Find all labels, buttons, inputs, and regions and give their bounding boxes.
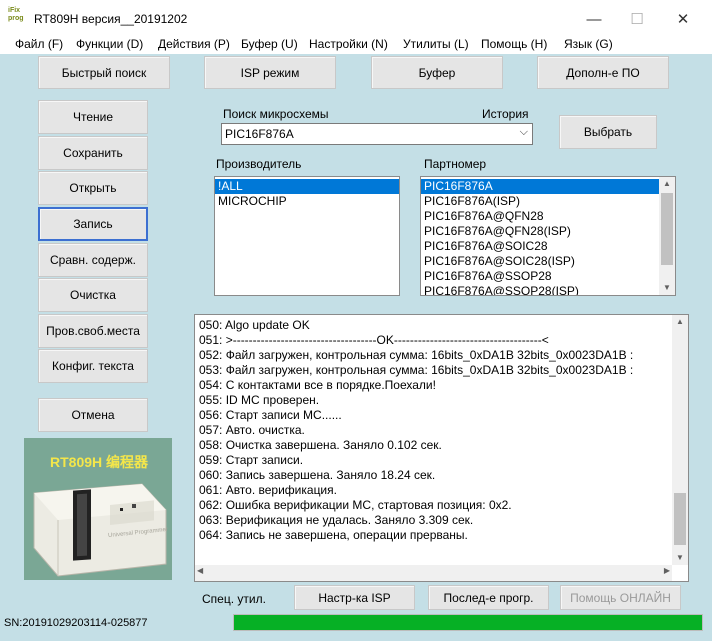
log-line: 062: Ошибка верификации МС, стартовая по… — [199, 498, 512, 512]
special-utilities-label: Спец. утил. — [202, 592, 266, 606]
buffer-button[interactable]: Буфер — [371, 56, 503, 89]
progress-bar — [233, 614, 703, 631]
partnumber-item[interactable]: PIC16F876A@QFN28(ISP) — [421, 224, 661, 239]
partnumber-item[interactable]: PIC16F876A — [421, 179, 661, 194]
scrollbar-thumb[interactable] — [661, 193, 673, 265]
log-line: 051: >----------------------------------… — [199, 333, 549, 347]
partnumber-item[interactable]: PIC16F876A@SOIC28(ISP) — [421, 254, 661, 269]
scroll-left-icon[interactable]: ◀ — [197, 566, 203, 575]
log-line: 054: С контактами все в порядке.Поехали! — [199, 378, 436, 392]
isp-settings-button[interactable]: Настр-ка ISP — [294, 585, 415, 610]
device-caption: RT809H 编程器 — [50, 454, 149, 470]
partnumber-scrollbar[interactable]: ▲ ▼ — [659, 177, 675, 295]
menu-bar: Файл (F) Функции (D) Действия (P) Буфер … — [0, 34, 712, 54]
chip-search-label: Поиск микросхемы — [223, 107, 329, 121]
extra-software-button[interactable]: Дополн-е ПО — [537, 56, 669, 89]
log-line: 059: Старт записи. — [199, 453, 304, 467]
title-bar: iFix prog RT809H версия__20191202 — ☐ ✕ — [0, 0, 712, 38]
menu-actions[interactable]: Действия (P) — [158, 37, 230, 51]
save-button[interactable]: Сохранить — [38, 136, 148, 170]
log-line: 060: Запись завершена. Заняло 18.24 сек. — [199, 468, 436, 482]
scroll-down-icon[interactable]: ▼ — [672, 551, 688, 565]
quick-search-button[interactable]: Быстрый поиск — [38, 56, 170, 89]
maximize-button[interactable]: ☐ — [614, 6, 660, 34]
menu-help[interactable]: Помощь (H) — [481, 37, 547, 51]
partnumber-item[interactable]: PIC16F876A@SSOP28 — [421, 269, 661, 284]
app-logo-text: iFix prog — [8, 7, 24, 22]
log-line: 064: Запись не завершена, операции прерв… — [199, 528, 468, 542]
log-panel[interactable]: 050: Algo update OK 051: >--------------… — [194, 314, 689, 582]
log-line: 055: ID МС проверен. — [199, 393, 320, 407]
scroll-down-icon[interactable]: ▼ — [659, 281, 675, 295]
write-button[interactable]: Запись — [38, 207, 148, 241]
log-line: 053: Файл загружен, контрольная сумма: 1… — [199, 363, 634, 377]
menu-file[interactable]: Файл (F) — [15, 37, 63, 51]
menu-utilities[interactable]: Утилиты (L) — [403, 37, 469, 51]
minimize-button[interactable]: — — [571, 6, 617, 34]
progress-fill — [234, 615, 702, 630]
chip-search-combobox[interactable]: PIC16F876A ⌵ — [221, 123, 533, 145]
log-line: 058: Очистка завершена. Заняло 0.102 сек… — [199, 438, 442, 452]
manufacturer-list[interactable]: !ALL MICROCHIP — [214, 176, 400, 296]
partnumber-item[interactable]: PIC16F876A(ISP) — [421, 194, 661, 209]
menu-language[interactable]: Язык (G) — [564, 37, 613, 51]
log-line: 050: Algo update OK — [199, 318, 310, 332]
log-vertical-scrollbar[interactable]: ▲ ▼ — [672, 315, 688, 565]
manufacturer-label: Производитель — [216, 157, 302, 171]
log-line: 061: Авто. верификация. — [199, 483, 337, 497]
isp-mode-button[interactable]: ISP режим — [204, 56, 336, 89]
menu-functions[interactable]: Функции (D) — [76, 37, 143, 51]
last-programmed-button[interactable]: Послед-е прогр. — [428, 585, 549, 610]
window-title: RT809H версия__20191202 — [34, 12, 188, 26]
scrollbar-thumb[interactable] — [674, 493, 686, 545]
scroll-up-icon[interactable]: ▲ — [672, 315, 688, 329]
config-text-button[interactable]: Конфиг. текста — [38, 349, 148, 383]
partnumber-item[interactable]: PIC16F876A@SSOP28(ISP) — [421, 284, 661, 295]
manufacturer-item[interactable]: MICROCHIP — [215, 194, 399, 209]
close-button[interactable]: ✕ — [660, 6, 706, 34]
chevron-down-icon[interactable]: ⌵ — [520, 126, 528, 139]
partnumber-list[interactable]: PIC16F876A PIC16F876A(ISP) PIC16F876A@QF… — [420, 176, 676, 296]
serial-number: SN:20191029203114-025877 — [4, 617, 148, 629]
app-logo: iFix prog — [8, 7, 30, 31]
log-horizontal-scrollbar[interactable]: ◀ ▶ — [195, 565, 672, 581]
partnumber-label: Партномер — [424, 157, 487, 171]
blank-check-button[interactable]: Пров.своб.места — [38, 314, 148, 348]
programmer-image: RT809H 编程器 Universal Programmer — [24, 438, 172, 580]
log-line: 056: Старт записи МС...... — [199, 408, 342, 422]
menu-settings[interactable]: Настройки (N) — [309, 37, 388, 51]
main-panel: Быстрый поиск ISP режим Буфер Дополн-е П… — [0, 54, 712, 641]
chip-search-value: PIC16F876A — [225, 127, 294, 141]
select-button[interactable]: Выбрать — [559, 115, 657, 149]
erase-button[interactable]: Очистка — [38, 278, 148, 312]
compare-button[interactable]: Сравн. содерж. — [38, 243, 148, 277]
log-line: 057: Авто. очистка. — [199, 423, 305, 437]
partnumber-item[interactable]: PIC16F876A@SOIC28 — [421, 239, 661, 254]
online-help-button[interactable]: Помощь ОНЛАЙН — [560, 585, 681, 610]
history-label: История — [482, 107, 529, 121]
log-line: 052: Файл загружен, контрольная сумма: 1… — [199, 348, 634, 362]
partnumber-item[interactable]: PIC16F876A@QFN28 — [421, 209, 661, 224]
log-line: 063: Верификация не удалась. Заняло 3.30… — [199, 513, 474, 527]
scroll-up-icon[interactable]: ▲ — [659, 177, 675, 191]
cancel-button[interactable]: Отмена — [38, 398, 148, 432]
manufacturer-item[interactable]: !ALL — [215, 179, 399, 194]
open-button[interactable]: Открыть — [38, 171, 148, 205]
read-button[interactable]: Чтение — [38, 100, 148, 134]
menu-buffer[interactable]: Буфер (U) — [241, 37, 298, 51]
scroll-right-icon[interactable]: ▶ — [664, 566, 670, 575]
